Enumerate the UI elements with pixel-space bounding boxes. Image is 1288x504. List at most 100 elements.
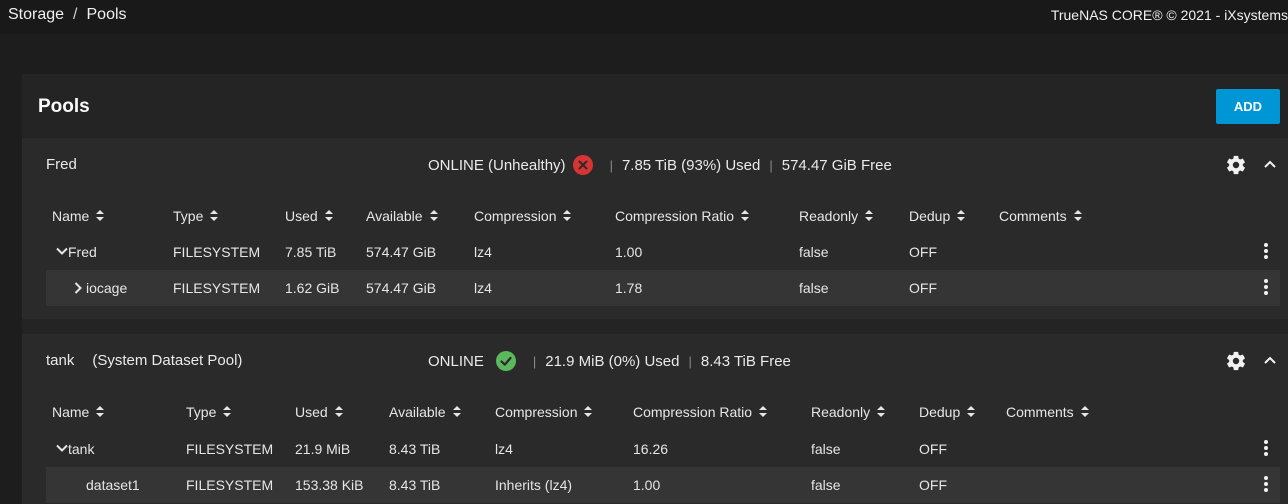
column-header-used[interactable]: Used <box>295 404 344 420</box>
column-header-type[interactable]: Type <box>173 208 219 224</box>
row-used: 1.62 GiB <box>285 280 340 296</box>
row-compression: Inherits (lz4) <box>495 477 573 493</box>
column-header-readonly[interactable]: Readonly <box>811 404 886 420</box>
column-header-compression-ratio[interactable]: Compression Ratio <box>633 404 768 420</box>
column-header-readonly[interactable]: Readonly <box>799 208 874 224</box>
sort-updown-icon <box>334 406 343 417</box>
column-header-type[interactable]: Type <box>186 404 232 420</box>
chevron-up-icon[interactable] <box>1262 156 1278 172</box>
column-header-name[interactable]: Name <box>52 208 105 224</box>
column-header-available[interactable]: Available <box>389 404 462 420</box>
column-header-name[interactable]: Name <box>52 404 105 420</box>
row-readonly: false <box>811 477 841 493</box>
breadcrumb-storage[interactable]: Storage <box>8 6 64 23</box>
status-divider: | <box>688 353 692 369</box>
pool-subtitle: (System Dataset Pool) <box>92 352 243 369</box>
gear-icon[interactable] <box>1225 350 1247 372</box>
pool-state: ONLINE (Unhealthy) <box>428 156 566 174</box>
row-ratio: 1.00 <box>633 477 661 493</box>
sort-updown-icon <box>210 210 219 221</box>
sort-updown-icon <box>967 406 976 417</box>
sort-updown-icon <box>1080 406 1089 417</box>
sort-updown-icon <box>759 406 768 417</box>
column-header-compression[interactable]: Compression <box>495 404 593 420</box>
column-header-comments[interactable]: Comments <box>999 208 1083 224</box>
page-title: Pools <box>38 96 90 117</box>
column-header-dedup[interactable]: Dedup <box>919 404 976 420</box>
pool-state: ONLINE <box>428 352 484 370</box>
breadcrumb: Storage / Pools <box>8 6 127 24</box>
pool-header: tank (System Dataset Pool) ONLINE | 21.9 … <box>22 334 1288 388</box>
sort-updown-icon <box>452 406 461 417</box>
row-dedup: OFF <box>909 244 937 260</box>
pool-status: ONLINE (Unhealthy) | 7.85 TiB (93%) Used… <box>428 155 892 175</box>
row-used: 153.38 KiB <box>295 477 364 493</box>
row-available: 8.43 TiB <box>389 441 441 457</box>
row-name: tank <box>68 441 95 457</box>
pool-used: 7.85 TiB (93%) Used <box>621 156 761 174</box>
row-ratio: 1.78 <box>615 280 643 296</box>
row-dedup: OFF <box>919 441 947 457</box>
column-header-used[interactable]: Used <box>285 208 334 224</box>
breadcrumb-separator: / <box>73 6 78 23</box>
row-available: 8.43 TiB <box>389 477 441 493</box>
table-row[interactable]: tank FILESYSTEM 21.9 MiB 8.43 TiB lz4 16… <box>46 431 1280 467</box>
status-divider: | <box>609 157 613 173</box>
row-dedup: OFF <box>909 280 937 296</box>
table-row[interactable]: Fred FILESYSTEM 7.85 TiB 574.47 GiB lz4 … <box>46 234 1280 270</box>
row-ratio: 1.00 <box>615 244 643 260</box>
column-header-available[interactable]: Available <box>366 208 439 224</box>
chevron-down-icon[interactable] <box>56 444 68 453</box>
column-header-dedup[interactable]: Dedup <box>909 208 966 224</box>
row-available: 574.47 GiB <box>366 244 437 260</box>
row-used: 7.85 TiB <box>285 244 337 260</box>
column-header-compression-ratio[interactable]: Compression Ratio <box>615 208 750 224</box>
row-readonly: false <box>811 441 841 457</box>
pool-used: 21.9 MiB (0%) Used <box>545 352 680 370</box>
row-ratio: 16.26 <box>633 441 669 457</box>
copyright-text: TrueNAS CORE® © 2021 - iXsystems <box>1050 7 1288 23</box>
table-row[interactable]: iocage FILESYSTEM 1.62 GiB 574.47 GiB lz… <box>46 270 1280 306</box>
row-name: iocage <box>86 280 128 296</box>
pool-free: 8.43 TiB Free <box>700 352 791 370</box>
top-bar: Storage / Pools TrueNAS CORE® © 2021 - iXs… <box>0 0 1288 34</box>
more-vert-icon[interactable] <box>1263 439 1269 457</box>
row-name: dataset1 <box>86 477 140 493</box>
sort-updown-icon <box>563 210 572 221</box>
more-vert-icon[interactable] <box>1263 278 1269 296</box>
pool-name: Fred <box>46 156 77 173</box>
row-compression: lz4 <box>495 441 513 457</box>
row-readonly: false <box>799 280 829 296</box>
row-type: FILESYSTEM <box>186 477 274 493</box>
pool-status: ONLINE | 21.9 MiB (0%) Used | 8.43 TiB F… <box>428 351 791 371</box>
column-header-compression[interactable]: Compression <box>474 208 572 224</box>
sort-updown-icon <box>957 210 966 221</box>
sort-updown-icon <box>324 210 333 221</box>
row-compression: lz4 <box>474 280 492 296</box>
breadcrumb-pools: Pools <box>86 6 127 23</box>
row-type: FILESYSTEM <box>186 441 274 457</box>
pool-free: 574.47 GiB Free <box>781 156 892 174</box>
sort-updown-icon <box>865 210 874 221</box>
more-vert-icon[interactable] <box>1263 242 1269 260</box>
chevron-up-icon[interactable] <box>1262 352 1278 368</box>
chevron-down-icon[interactable] <box>56 247 68 256</box>
sort-updown-icon <box>429 210 438 221</box>
check-circle-icon <box>495 351 516 371</box>
status-divider: | <box>769 157 773 173</box>
more-vert-icon[interactable] <box>1263 475 1269 493</box>
sort-updown-icon <box>877 406 886 417</box>
row-used: 21.9 MiB <box>295 441 351 457</box>
sort-updown-icon <box>584 406 593 417</box>
pools-card: Pools ADD Fred ONLINE (Unhealthy) | 7.85… <box>22 74 1288 504</box>
row-type: FILESYSTEM <box>173 244 261 260</box>
gear-icon[interactable] <box>1225 154 1247 176</box>
chevron-right-icon[interactable] <box>74 282 83 294</box>
add-pool-button[interactable]: ADD <box>1216 89 1280 124</box>
column-header-comments[interactable]: Comments <box>1006 404 1090 420</box>
table-row[interactable]: dataset1 FILESYSTEM 153.38 KiB 8.43 TiB … <box>46 467 1280 503</box>
sort-updown-icon <box>741 210 750 221</box>
row-name: Fred <box>68 244 97 260</box>
row-available: 574.47 GiB <box>366 280 437 296</box>
sort-updown-icon <box>96 210 105 221</box>
